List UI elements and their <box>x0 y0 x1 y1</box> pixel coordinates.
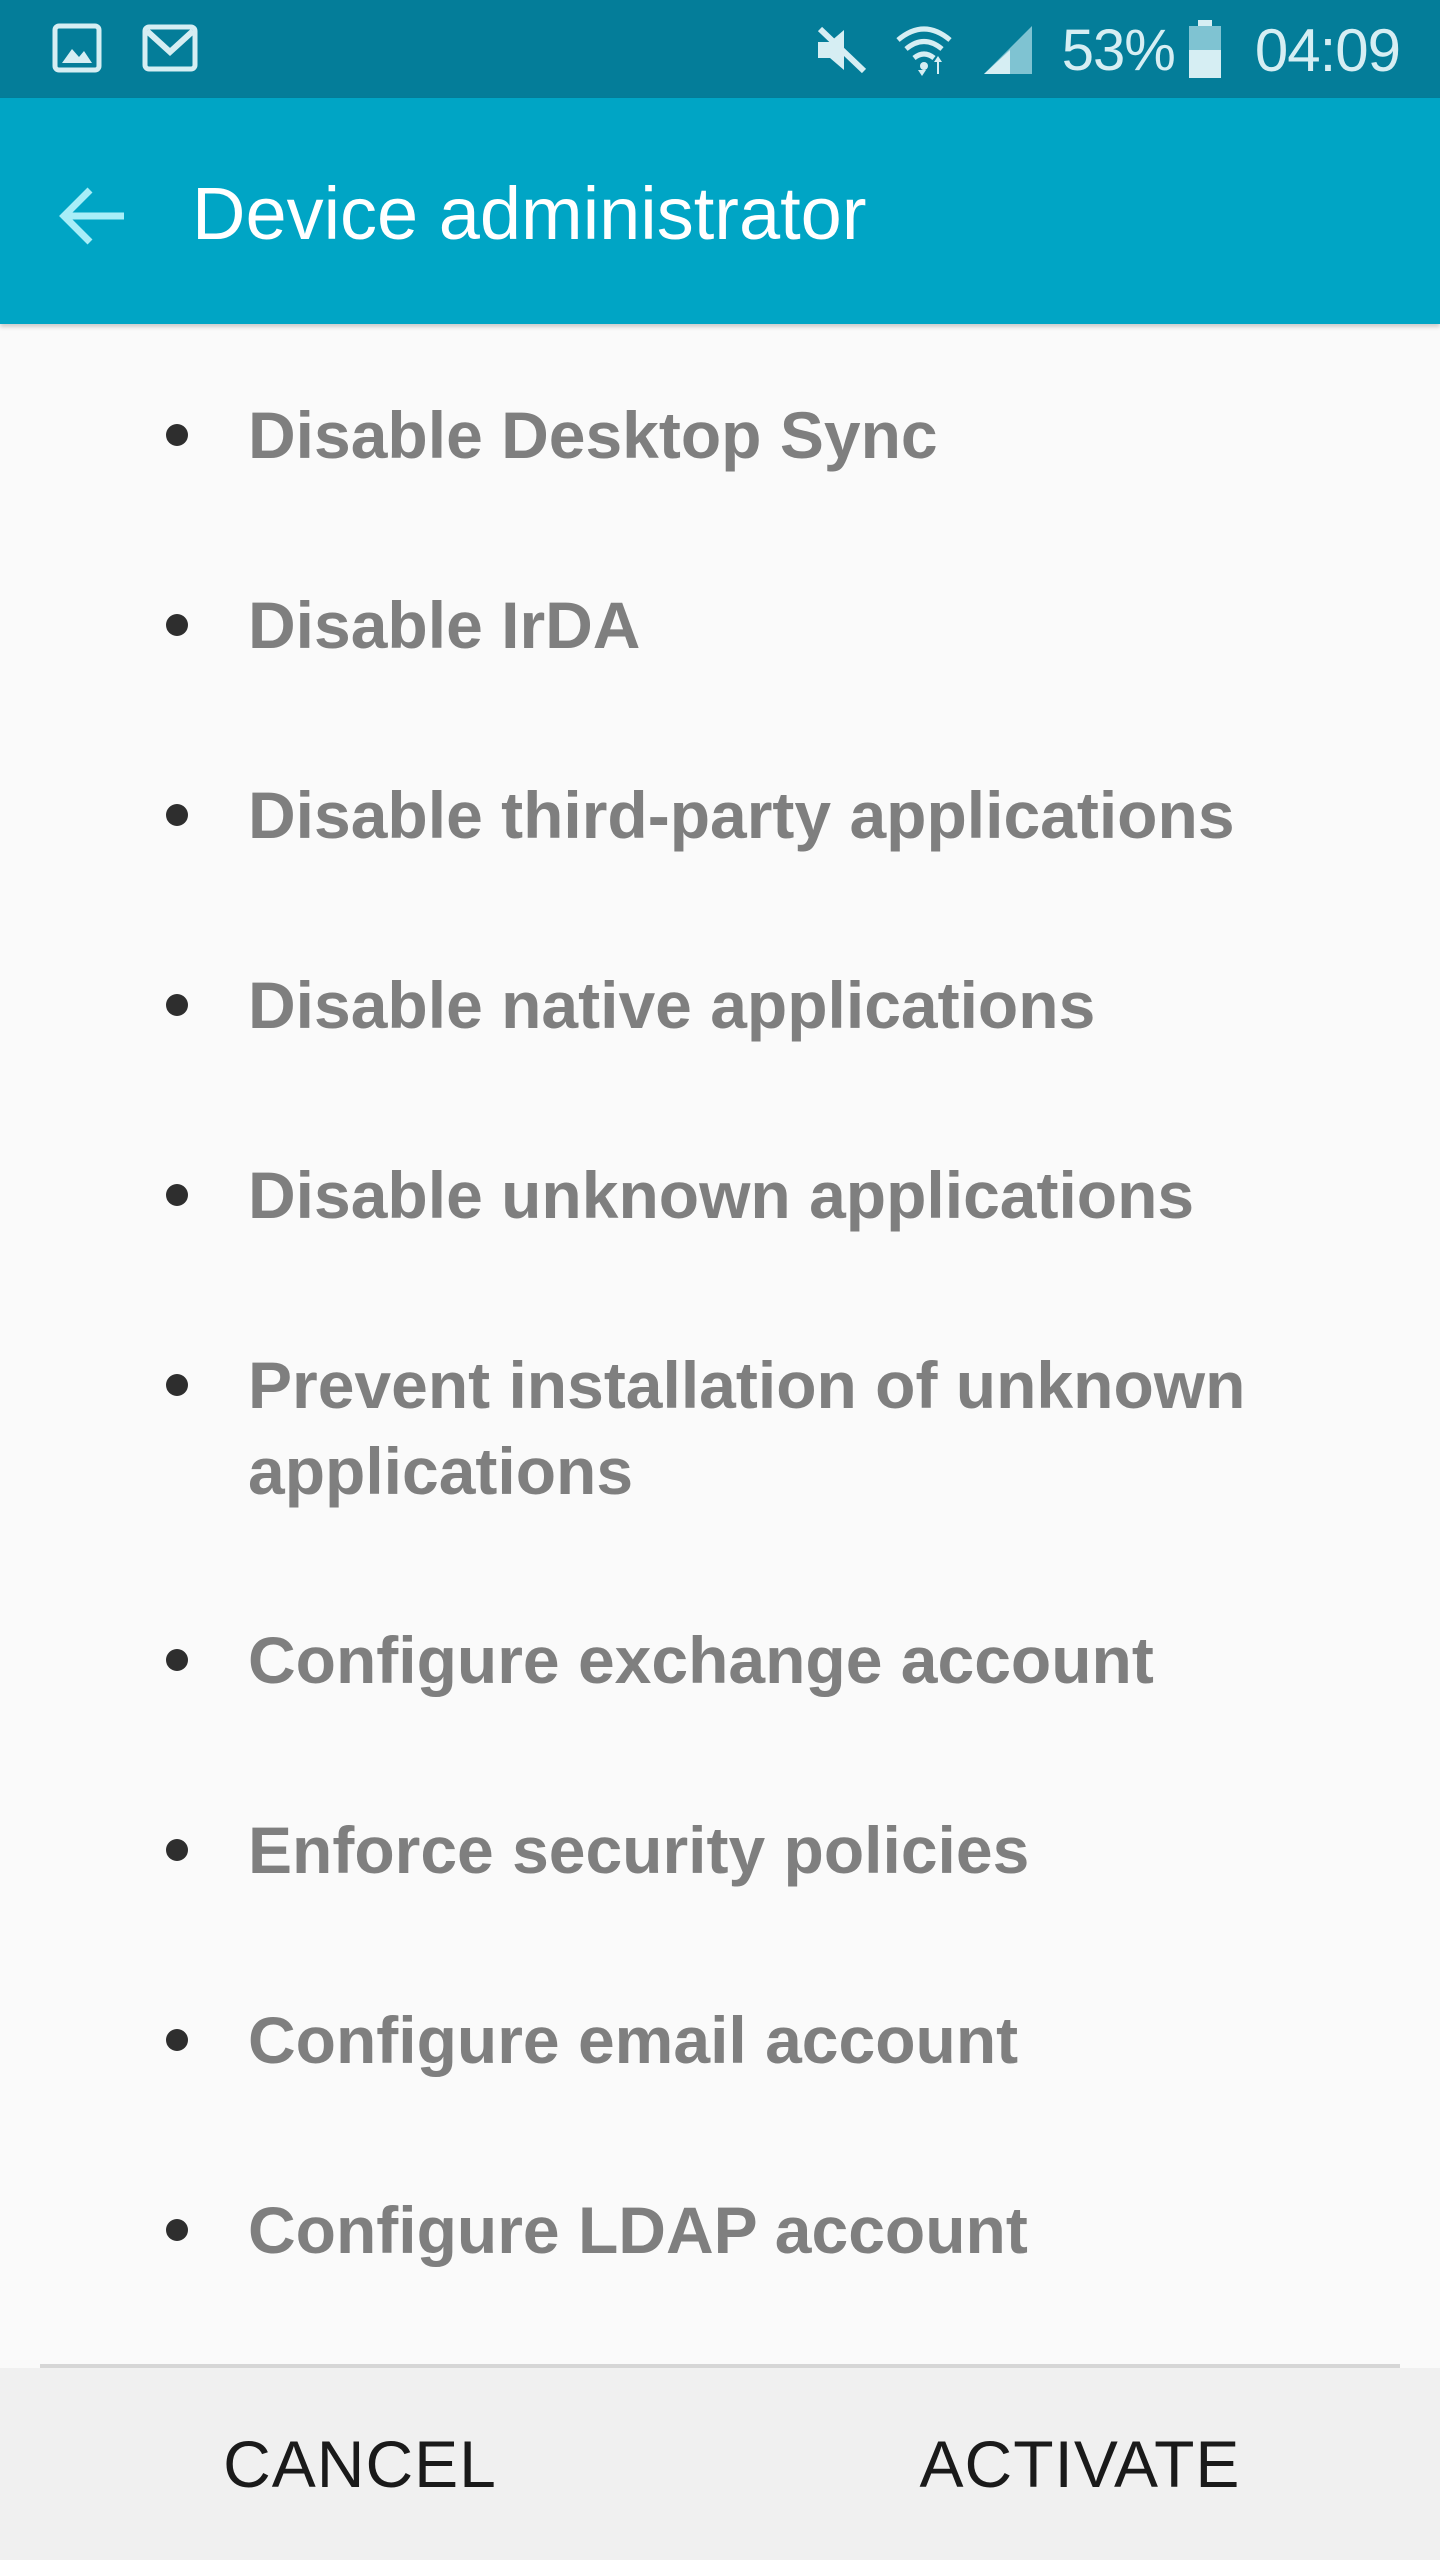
arrow-left-icon <box>59 187 124 245</box>
policy-label: Enforce security policies <box>248 1813 1030 1887</box>
mute-icon <box>814 25 868 75</box>
status-bar: 53% 04:09 <box>0 0 1440 98</box>
bullet-icon <box>166 1839 188 1861</box>
gmail-icon <box>142 24 198 77</box>
bullet-icon <box>166 1184 188 1206</box>
button-bar: CANCEL ACTIVATE <box>0 2368 1440 2560</box>
bullet-icon <box>166 424 188 446</box>
policy-label: Disable third-party applications <box>248 778 1235 852</box>
app-bar: Device administrator <box>0 98 1440 324</box>
gallery-icon <box>52 23 102 78</box>
cancel-button[interactable]: CANCEL <box>0 2368 720 2560</box>
bullet-icon <box>166 614 188 636</box>
policy-label: Disable IrDA <box>248 588 641 662</box>
policy-label: Disable Desktop Sync <box>248 398 938 472</box>
notification-icons <box>52 23 198 78</box>
battery-icon <box>1187 20 1223 80</box>
clock: 04:09 <box>1254 16 1401 84</box>
bullet-icon <box>166 1374 188 1396</box>
signal-icon <box>980 24 1036 76</box>
device-admin-screen: 53% 04:09 Device administrator Disable D… <box>0 0 1440 2560</box>
system-icons: 53% 04:09 <box>814 16 1401 84</box>
policy-label: Disable unknown applications <box>248 1158 1195 1232</box>
policy-label: Disable native applications <box>248 968 1096 1042</box>
activate-button[interactable]: ACTIVATE <box>720 2368 1440 2560</box>
bullet-icon <box>166 2029 188 2051</box>
bullet-icon <box>166 804 188 826</box>
bullet-icon <box>166 1649 188 1671</box>
back-button[interactable] <box>44 166 144 266</box>
policy-label: Configure exchange account <box>248 1623 1154 1697</box>
wifi-icon <box>894 22 954 78</box>
bullet-icon <box>166 994 188 1016</box>
battery-percentage: 53% <box>1061 17 1176 83</box>
policy-label: Configure email account <box>248 2003 1019 2077</box>
bullet-icon <box>166 2219 188 2241</box>
policy-label: Configure LDAP account <box>248 2193 1028 2267</box>
page-title: Device administrator <box>192 172 867 255</box>
policy-label: Prevent installation of unknown applicat… <box>248 1348 1246 1508</box>
